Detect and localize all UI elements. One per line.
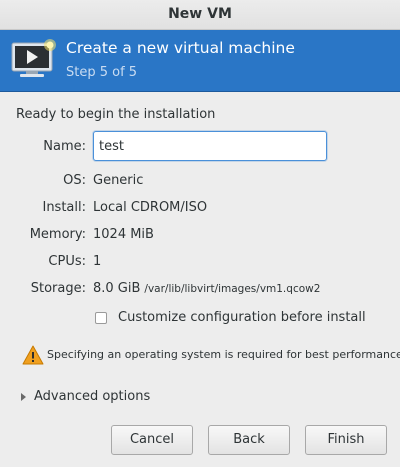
wizard-title: Create a new virtual machine bbox=[66, 39, 295, 57]
customize-checkbox[interactable] bbox=[95, 312, 107, 324]
expander-arrow-icon[interactable] bbox=[21, 393, 26, 401]
cpus-value: 1 bbox=[93, 254, 102, 269]
customize-label[interactable]: Customize configuration before install bbox=[118, 310, 366, 325]
os-label: OS: bbox=[63, 173, 86, 188]
wizard-banner: Create a new virtual machine Step 5 of 5 bbox=[0, 30, 400, 92]
storage-size: 8.0 GiB bbox=[93, 281, 141, 296]
window-title: New VM bbox=[0, 0, 400, 30]
storage-path: /var/lib/libvirt/images/vm1.qcow2 bbox=[144, 283, 321, 295]
finish-button[interactable]: Finish bbox=[305, 425, 387, 455]
memory-label: Memory: bbox=[29, 227, 86, 242]
summary-heading: Ready to begin the installation bbox=[16, 107, 216, 122]
name-label: Name: bbox=[43, 139, 86, 154]
install-value: Local CDROM/ISO bbox=[93, 200, 208, 215]
os-warning: Specifying an operating system is requir… bbox=[20, 345, 400, 367]
storage-label: Storage: bbox=[30, 281, 86, 296]
storage-value: 8.0 GiB/var/lib/libvirt/images/vm1.qcow2 bbox=[93, 281, 320, 296]
name-field[interactable] bbox=[93, 131, 327, 161]
vm-monitor-icon bbox=[10, 37, 58, 81]
os-value: Generic bbox=[93, 173, 144, 188]
warning-text: Specifying an operating system is requir… bbox=[47, 348, 400, 361]
wizard-step: Step 5 of 5 bbox=[66, 65, 138, 80]
warning-icon bbox=[22, 345, 44, 365]
install-label: Install: bbox=[42, 200, 86, 215]
back-button[interactable]: Back bbox=[208, 425, 290, 455]
advanced-options-label[interactable]: Advanced options bbox=[34, 389, 150, 404]
cancel-button[interactable]: Cancel bbox=[111, 425, 193, 455]
cpus-label: CPUs: bbox=[48, 254, 86, 269]
memory-value: 1024 MiB bbox=[93, 227, 154, 242]
